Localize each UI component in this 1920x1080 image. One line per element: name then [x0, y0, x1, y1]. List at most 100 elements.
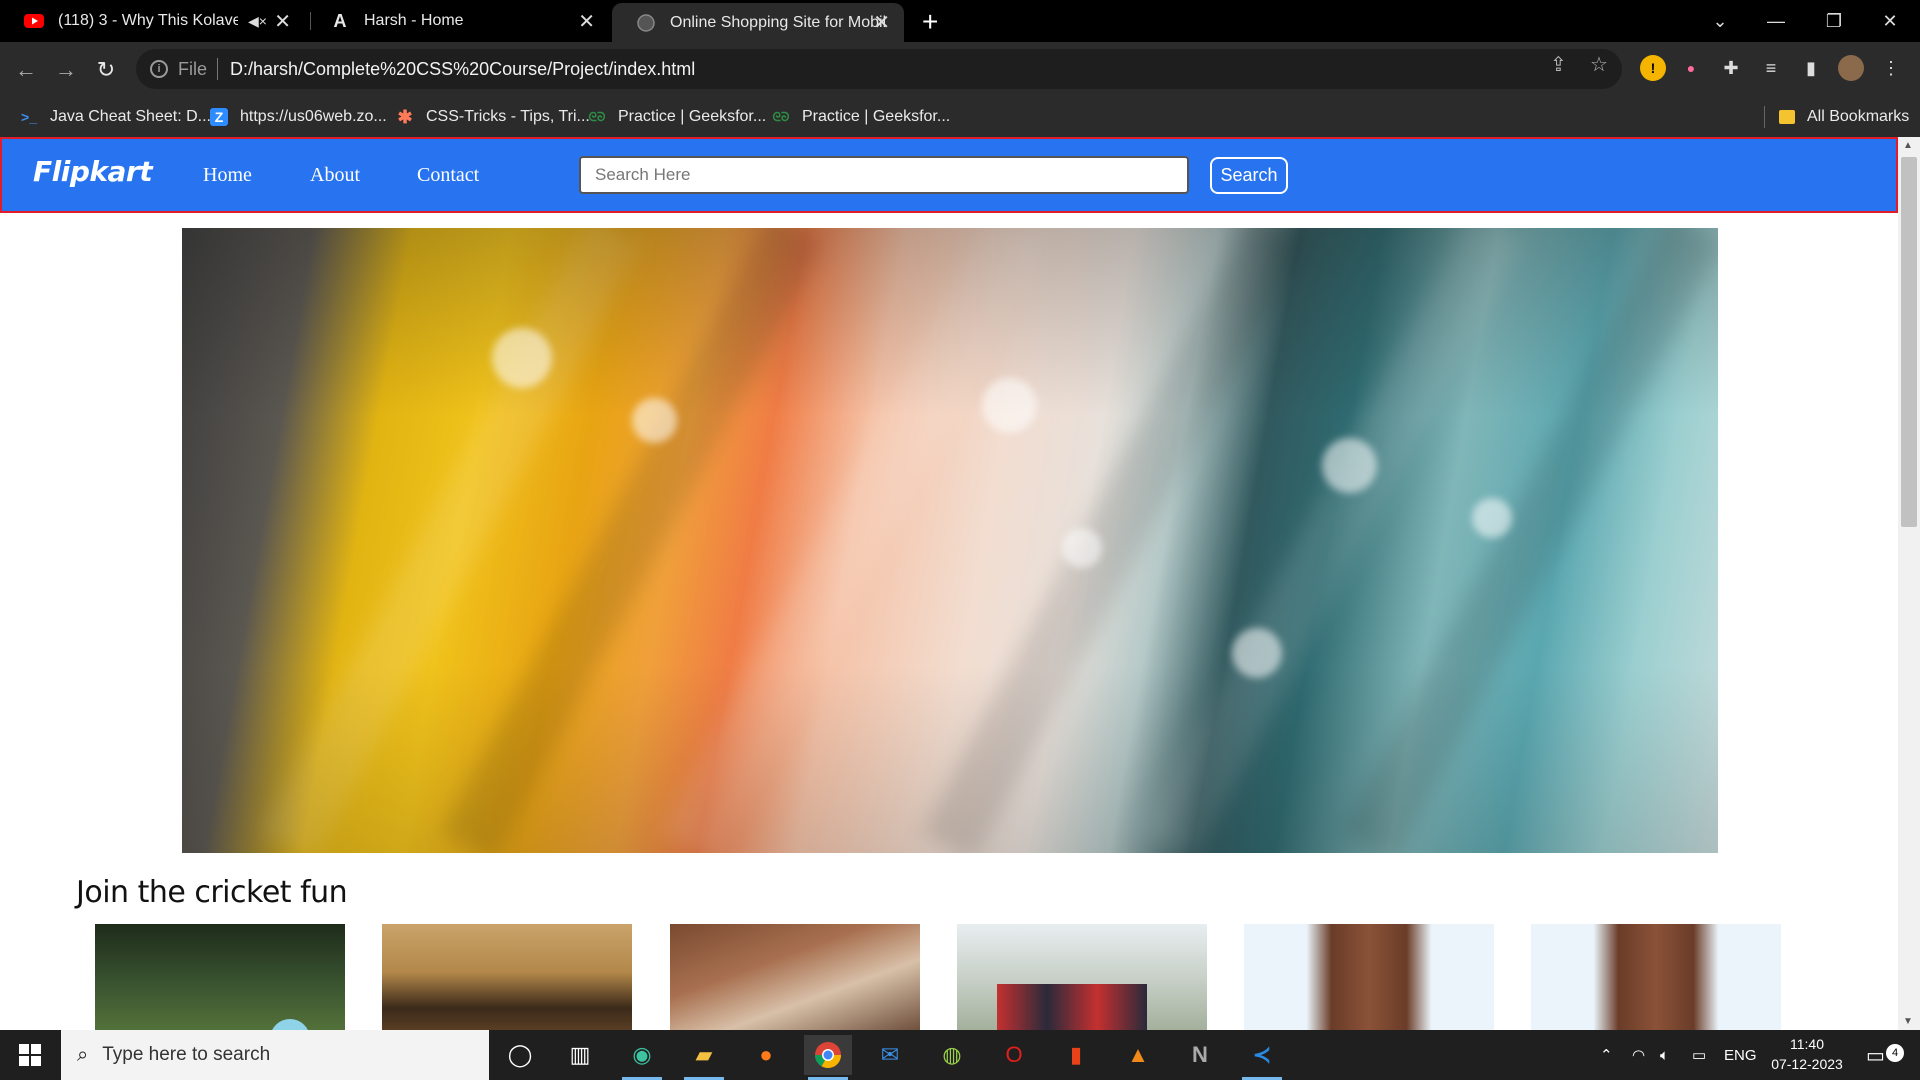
tray-chevron-icon[interactable]: ⌃ [1600, 1030, 1613, 1080]
reload-button[interactable]: ↻ [88, 52, 124, 88]
cricket-card-image[interactable] [957, 924, 1207, 1030]
edge-icon[interactable]: ◉ [618, 1035, 666, 1080]
url-scheme: File [178, 58, 208, 79]
wifi-icon[interactable]: ◠ [1632, 1030, 1645, 1080]
system-clock[interactable]: 11:40 07-12-2023 [1762, 1034, 1852, 1074]
start-button[interactable] [0, 1030, 60, 1080]
media-queue-icon[interactable]: ≡ [1758, 55, 1784, 81]
bokeh-light [982, 378, 1037, 433]
hero-shade [182, 228, 1718, 853]
bokeh-light [1232, 628, 1282, 678]
nav-contact[interactable]: Contact [417, 164, 479, 187]
taskbar-search-placeholder: Type here to search [102, 1044, 271, 1065]
extensions-puzzle-icon[interactable]: ✚ [1718, 55, 1744, 81]
address-bar[interactable]: i File D:/harsh/Complete%20CSS%20Course/… [136, 49, 1622, 89]
bokeh-light [1472, 498, 1512, 538]
all-bookmarks-label: All Bookmarks [1807, 108, 1910, 125]
cricket-card-image[interactable] [382, 924, 632, 1030]
bookmark-item[interactable]: Z https://us06web.zo... [210, 97, 387, 137]
tab-youtube[interactable]: (118) 3 - Why This Kolaveri D ◀× ✕ [0, 0, 305, 42]
close-window-button[interactable]: ✕ [1862, 0, 1918, 42]
file-explorer-icon[interactable]: ▰ [680, 1035, 728, 1080]
close-tab-icon[interactable]: ✕ [578, 9, 595, 34]
back-button[interactable]: ← [8, 52, 44, 88]
bokeh-light [1322, 438, 1377, 493]
bookmark-label: Practice | Geeksfor... [618, 108, 767, 125]
scroll-down-arrow-icon[interactable]: ▼ [1903, 1016, 1913, 1027]
task-view-icon[interactable]: ▥ [556, 1035, 604, 1075]
a-logo-icon: A [333, 10, 347, 31]
battery-icon[interactable]: ▭ [1692, 1030, 1706, 1080]
tab-search-chevron-icon[interactable]: ⌄ [1692, 0, 1748, 42]
chrome-icon[interactable] [804, 1035, 852, 1080]
bookmark-label: https://us06web.zo... [240, 108, 387, 125]
page-scrollbar[interactable]: ▲ ▼ [1898, 137, 1920, 1030]
bookmark-item[interactable]: >_ Java Cheat Sheet: D... [20, 97, 211, 137]
bookmark-item[interactable]: ᘓᘐ Practice | Geeksfor... [588, 97, 767, 137]
notification-center-icon[interactable]: ▭ [1866, 1030, 1885, 1080]
speaker-muted-icon[interactable]: ◀× [248, 13, 267, 30]
windows-taskbar: ⌕ Type here to search ◯ ▥ ◉ ▰ ● ✉ ◍ O ▮ … [0, 1030, 1920, 1080]
search-button[interactable]: Search [1210, 157, 1288, 194]
avatar[interactable] [1838, 55, 1864, 81]
restore-button[interactable]: ❐ [1806, 0, 1862, 42]
office-icon[interactable]: ▮ [1052, 1035, 1100, 1075]
cricket-card-image[interactable] [1244, 924, 1494, 1030]
url-divider [217, 58, 219, 80]
clock-time: 11:40 [1790, 1036, 1824, 1052]
new-tab-button[interactable]: + [922, 6, 938, 38]
tab-title: Harsh - Home [364, 12, 464, 29]
bokeh-light [632, 398, 677, 443]
forward-button[interactable]: → [48, 52, 84, 88]
side-panel-icon[interactable]: ▮ [1798, 55, 1824, 81]
bokeh-light [1062, 528, 1102, 568]
cricket-card-image[interactable] [1531, 924, 1781, 1030]
scrollbar-thumb[interactable] [1901, 157, 1917, 527]
scroll-up-arrow-icon[interactable]: ▲ [1903, 140, 1913, 151]
minimize-button[interactable]: — [1748, 0, 1804, 42]
url-text: D:/harsh/Complete%20CSS%20Course/Project… [230, 58, 696, 79]
close-tab-icon[interactable]: ✕ [274, 9, 291, 34]
extension-brain-icon[interactable]: ● [1678, 55, 1704, 81]
cricket-card-image[interactable] [95, 924, 345, 1030]
extension-honey-icon[interactable]: ! [1640, 55, 1666, 81]
vscode-icon[interactable]: ≺ [1238, 1035, 1286, 1080]
section-title: Join the cricket fun [76, 875, 348, 910]
firefox-icon[interactable]: ● [742, 1035, 790, 1075]
tab-online-shopping[interactable]: Online Shopping Site for Mobile ✕ [612, 3, 904, 42]
mail-icon[interactable]: ✉ [866, 1035, 914, 1075]
bookmark-star-icon[interactable]: ☆ [1590, 52, 1608, 77]
windows-logo-icon [19, 1044, 41, 1066]
menu-kebab-icon[interactable]: ⋮ [1878, 55, 1904, 81]
bookmark-label: Java Cheat Sheet: D... [50, 108, 211, 125]
all-bookmarks-button[interactable]: All Bookmarks [1764, 97, 1909, 137]
hero-banner-image [182, 228, 1718, 853]
bookmark-item[interactable]: ᘓᘐ Practice | Geeksfor... [772, 97, 951, 137]
taskbar-search[interactable]: ⌕ Type here to search [61, 1030, 489, 1080]
nav-home[interactable]: Home [203, 164, 252, 187]
tab-title: Online Shopping Site for Mobile [670, 13, 885, 31]
gfg-icon: ᘓᘐ [588, 109, 606, 124]
volume-icon[interactable]: 🔈︎ [1660, 1030, 1669, 1080]
tab-harsh-home[interactable]: A Harsh - Home ✕ [306, 0, 609, 42]
notification-count-badge: 4 [1886, 1044, 1904, 1062]
vlc-icon[interactable]: ▲ [1114, 1035, 1162, 1075]
info-icon[interactable]: i [150, 60, 168, 78]
nav-about[interactable]: About [310, 164, 360, 187]
flipkart-logo[interactable]: Flipkart [33, 155, 153, 188]
bookmark-item[interactable]: ✱ CSS-Tricks - Tips, Tri... [396, 97, 589, 137]
close-tab-icon[interactable]: ✕ [873, 10, 890, 35]
app-icon[interactable]: ◍ [928, 1035, 976, 1075]
cricket-card-image[interactable] [670, 924, 920, 1030]
gfg-icon: ᘓᘐ [772, 109, 790, 124]
opera-icon[interactable]: O [990, 1035, 1038, 1075]
share-icon[interactable]: ⇪ [1550, 52, 1567, 77]
cortana-icon[interactable]: ◯ [496, 1035, 544, 1075]
web-page: Flipkart Home About Contact Search Join … [0, 137, 1898, 1030]
notion-icon[interactable]: N [1176, 1035, 1224, 1075]
language-indicator[interactable]: ENG [1724, 1030, 1757, 1080]
globe-icon [636, 13, 656, 33]
search-input[interactable] [579, 156, 1189, 194]
terminal-icon: >_ [21, 109, 37, 125]
tab-title: (118) 3 - Why This Kolaveri D [58, 12, 238, 29]
